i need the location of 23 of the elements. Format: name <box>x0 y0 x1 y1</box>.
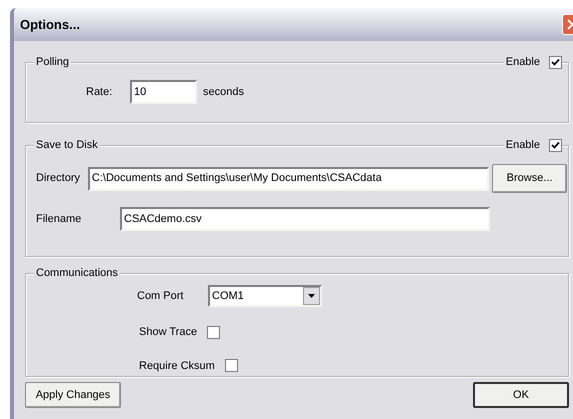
window-title: Options... <box>20 16 80 34</box>
com-port-value: COM1 <box>211 288 244 304</box>
checkbox[interactable] <box>549 138 562 152</box>
rate-unit: seconds <box>203 84 244 100</box>
com-port-dropdown[interactable]: COM1 <box>208 285 322 307</box>
dialog-button[interactable]: OK <box>473 382 569 408</box>
directory-label: Directory <box>36 171 82 186</box>
checkbox[interactable] <box>224 359 238 372</box>
browse-button[interactable]: Browse... <box>492 164 567 193</box>
rate-label: Rate: <box>86 84 114 100</box>
filename-field[interactable]: CSACdemo.csv <box>120 207 490 231</box>
com-port-label: Com Port <box>137 288 184 304</box>
option-label: Require Cksum <box>139 358 215 374</box>
checkbox[interactable] <box>549 56 562 68</box>
filename-label: Filename <box>36 212 82 227</box>
rate-field[interactable]: 10 <box>130 80 197 104</box>
group-title: Polling <box>34 54 72 70</box>
checkmark-icon <box>551 58 560 66</box>
checkbox[interactable] <box>207 326 220 339</box>
dialog-button[interactable]: Apply Changes <box>25 382 121 408</box>
directory-field[interactable]: C:\Documents and Settings\user\My Documents\CSACdata <box>88 166 490 190</box>
checkmark-icon <box>551 140 560 150</box>
option-label: Show Trace <box>139 325 198 340</box>
